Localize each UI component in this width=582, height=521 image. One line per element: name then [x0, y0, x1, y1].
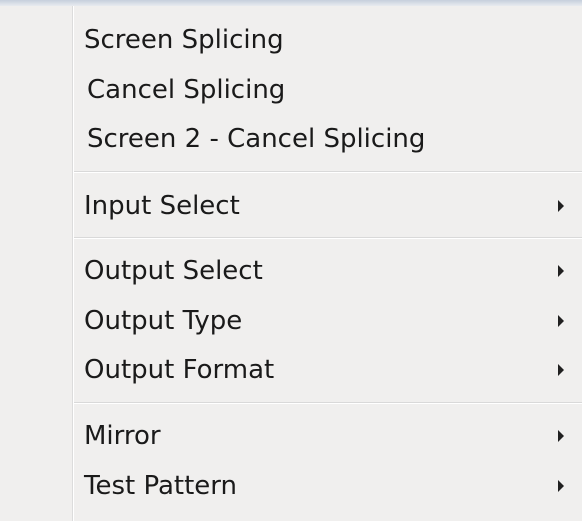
menu-item-label: Cancel Splicing	[87, 75, 286, 105]
menu-item-screen2-cancel-splicing[interactable]: Screen 2 - Cancel Splicing	[74, 117, 580, 163]
chevron-right-icon	[558, 200, 564, 212]
menu-separator	[74, 237, 582, 239]
menu-item-label: Output Format	[84, 355, 275, 385]
menu-separator	[74, 171, 582, 173]
menu-item-label: Screen Splicing	[84, 25, 284, 55]
menu-item-label: Output Select	[84, 256, 263, 286]
chevron-right-icon	[558, 480, 564, 492]
menu-item-cancel-splicing[interactable]: Cancel Splicing	[74, 68, 580, 114]
menu-item-output-format[interactable]: Output Format	[74, 348, 580, 394]
menu-item-label: Mirror	[84, 421, 161, 451]
menu-item-screen-splicing[interactable]: Screen Splicing	[74, 18, 580, 64]
menu-item-label: Screen 2 - Cancel Splicing	[87, 124, 426, 154]
menu-item-input-select[interactable]: Input Select	[74, 184, 580, 230]
menu-item-mirror[interactable]: Mirror	[74, 414, 580, 460]
chevron-right-icon	[558, 430, 564, 442]
menu-item-label: Test Pattern	[84, 471, 238, 501]
menu-icon-gutter	[0, 6, 72, 521]
chevron-right-icon	[558, 265, 564, 277]
context-menu: Screen Splicing Cancel Splicing Screen 2…	[0, 0, 582, 521]
menu-item-test-pattern[interactable]: Test Pattern	[74, 464, 580, 510]
menu-item-output-type[interactable]: Output Type	[74, 299, 580, 345]
menu-item-label: Output Type	[84, 306, 243, 336]
chevron-right-icon	[558, 364, 564, 376]
menu-top-border	[0, 0, 582, 6]
menu-separator	[74, 402, 582, 404]
chevron-right-icon	[558, 315, 564, 327]
menu-item-output-select[interactable]: Output Select	[74, 249, 580, 295]
menu-item-label: Input Select	[84, 191, 240, 221]
